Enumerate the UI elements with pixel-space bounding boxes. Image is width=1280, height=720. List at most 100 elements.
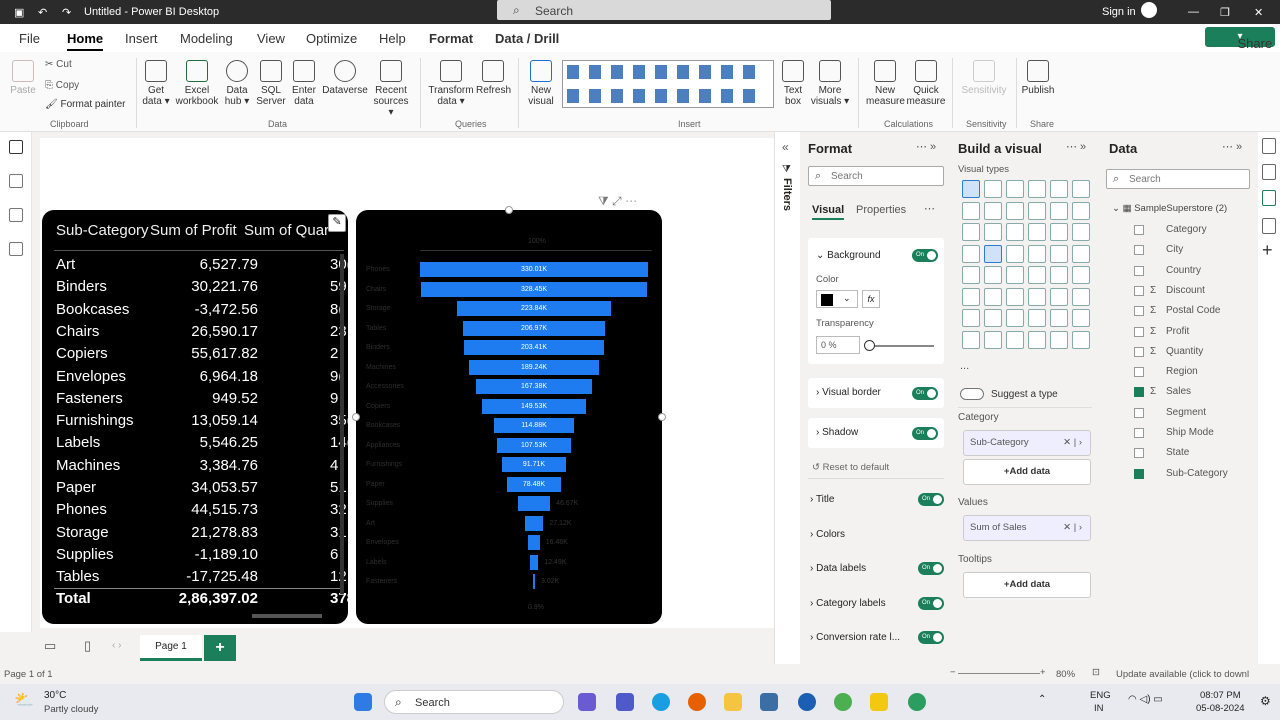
table-row[interactable]: Machines 3,384.76 4 <box>56 457 348 479</box>
funnel-bar[interactable]: 206.97K <box>462 320 606 336</box>
visual-type-icon[interactable] <box>1006 287 1024 306</box>
background-toggle[interactable]: On <box>912 249 938 262</box>
visual-type-icon[interactable] <box>1006 180 1024 198</box>
column-header-quantity[interactable]: Sum of Quar <box>244 222 329 239</box>
field-item[interactable]: Country <box>1166 265 1201 276</box>
horizontal-scrollbar[interactable] <box>252 614 322 618</box>
field-item[interactable]: Discount <box>1166 285 1205 296</box>
values-field-pill[interactable]: Sum of Sales ✕ | › <box>963 515 1091 541</box>
visual-border-toggle[interactable]: On <box>912 387 938 400</box>
get-data-button[interactable]: Get data ▾ <box>140 60 172 107</box>
transparency-input[interactable]: 0 % <box>816 336 860 354</box>
report-view-icon[interactable] <box>9 140 23 154</box>
visual-type-icon[interactable] <box>1050 223 1068 241</box>
visual-type-icon[interactable] <box>1028 266 1046 284</box>
undo-icon[interactable]: ↶ <box>38 6 47 19</box>
desktop-layout-icon[interactable]: ▭ <box>44 638 56 654</box>
format-section-header[interactable]: › Colors <box>810 529 845 540</box>
edge-icon[interactable] <box>652 693 670 711</box>
funnel-bar[interactable] <box>529 554 539 570</box>
category-field-pill[interactable]: Sub-Category ✕ | › <box>963 430 1091 456</box>
sign-in-link[interactable]: Sign in <box>1102 6 1136 18</box>
start-button[interactable] <box>354 693 372 711</box>
field-item[interactable]: Ship Mode <box>1166 427 1214 438</box>
visual-type-icon[interactable] <box>962 266 980 284</box>
funnel-bar[interactable]: 91.71K <box>502 457 566 472</box>
mobile-layout-icon[interactable]: ▯ <box>84 638 91 654</box>
wifi-volume-battery-icons[interactable]: ◠ ◁) ▭ <box>1128 694 1163 705</box>
share-button[interactable]: Share ▾ <box>1205 27 1275 51</box>
copy-button[interactable]: ⎘ Copy <box>45 80 79 91</box>
sql-server-button[interactable]: SQL Server <box>256 60 286 107</box>
table-row[interactable]: Art 6,527.79 30( <box>56 256 348 278</box>
firefox-icon[interactable] <box>688 693 706 711</box>
data-pane-icon[interactable] <box>1262 190 1276 206</box>
table-row[interactable]: Fasteners 949.52 9 <box>56 390 348 412</box>
menu-home[interactable]: Home <box>67 31 104 51</box>
funnel-bar[interactable]: 203.41K <box>463 340 605 355</box>
tray-chevron-icon[interactable]: ⌃ <box>1038 694 1046 705</box>
visual-type-icon[interactable] <box>1028 180 1046 198</box>
sensitivity-button[interactable]: Sensitivity <box>958 60 1010 96</box>
table-row[interactable]: Supplies -1,189.10 6 <box>56 546 348 568</box>
visual-type-icon[interactable] <box>962 201 980 220</box>
build-pane-more-icon[interactable]: ⋯ » <box>1066 140 1086 153</box>
zoom-in-icon[interactable]: + <box>1040 667 1046 678</box>
funnel-bar[interactable] <box>517 496 551 511</box>
more-visuals-button[interactable]: More visuals ▾ <box>810 60 850 107</box>
redo-icon[interactable]: ↷ <box>62 6 71 19</box>
field-item[interactable]: State <box>1166 447 1189 458</box>
text-box-button[interactable]: Text box <box>778 60 808 107</box>
new-measure-button[interactable]: New measure <box>866 60 905 107</box>
visual-type-icon[interactable] <box>1006 201 1024 220</box>
visual-type-icon[interactable] <box>1006 244 1024 263</box>
field-checkbox[interactable] <box>1134 468 1144 479</box>
chrome-icon[interactable] <box>834 693 852 711</box>
visual-type-icon[interactable] <box>1006 223 1024 241</box>
field-checkbox[interactable] <box>1134 428 1144 438</box>
table-row[interactable]: Storage 21,278.83 31 <box>56 524 348 546</box>
funnel-bar[interactable]: 330.01K <box>420 262 648 277</box>
copilot-icon[interactable] <box>578 693 596 711</box>
visual-type-icon[interactable] <box>984 309 1002 327</box>
store-icon[interactable] <box>760 693 778 711</box>
visual-type-icon[interactable] <box>1028 287 1046 306</box>
funnel-bar[interactable]: 328.45K <box>420 281 648 297</box>
dataverse-button[interactable]: Dataverse <box>322 60 368 96</box>
power-bi-icon[interactable] <box>870 693 888 711</box>
data-hub-button[interactable]: Data hub ▾ <box>222 60 252 107</box>
format-painter-button[interactable]: 🖌 Format painter <box>45 99 126 110</box>
background-header[interactable]: ⌄ Background <box>816 250 881 261</box>
filters-pane-collapsed[interactable]: « ⧩ Filters <box>774 132 800 664</box>
visual-type-icon[interactable] <box>1072 180 1090 198</box>
visual-type-icon[interactable] <box>984 201 1002 220</box>
table-row[interactable]: Copiers 55,617.82 2 <box>56 345 348 367</box>
file-explorer-icon[interactable] <box>724 693 742 711</box>
clock-date[interactable]: 05-08-2024 <box>1196 703 1245 714</box>
slider-thumb[interactable] <box>864 340 875 351</box>
visual-type-icon[interactable] <box>1072 223 1090 241</box>
excel-button[interactable]: Excel workbook <box>175 60 219 107</box>
field-checkbox[interactable] <box>1134 367 1144 378</box>
table-visual[interactable]: Sub-Category Sum of Profit Sum of Quar A… <box>42 210 348 624</box>
field-item[interactable]: Segment <box>1166 407 1206 418</box>
visual-border-header[interactable]: › Visual border <box>816 387 881 398</box>
field-checkbox[interactable] <box>1134 306 1144 317</box>
field-item[interactable]: Postal Code <box>1166 305 1220 316</box>
fx-button[interactable]: fx <box>862 290 880 308</box>
field-checkbox[interactable] <box>1134 225 1144 235</box>
visual-type-icon[interactable] <box>1028 244 1046 263</box>
menu-modeling[interactable]: Modeling <box>180 31 233 46</box>
transparency-slider[interactable] <box>866 345 934 347</box>
menu-optimize[interactable]: Optimize <box>306 31 357 46</box>
funnel-bar[interactable] <box>528 535 540 550</box>
publish-button[interactable]: Publish <box>1020 60 1056 96</box>
funnel-bar[interactable] <box>532 574 536 589</box>
more-options-icon[interactable]: ⋯ <box>924 202 935 215</box>
format-section-header[interactable]: › Category labels <box>810 598 886 609</box>
field-item[interactable]: Profit <box>1166 326 1189 337</box>
maximize-button[interactable]: ❐ <box>1220 6 1230 19</box>
more-visual-types[interactable]: ... <box>960 360 969 372</box>
menu-data-drill[interactable]: Data / Drill <box>495 31 559 46</box>
format-section-header[interactable]: › Data labels <box>810 563 866 574</box>
